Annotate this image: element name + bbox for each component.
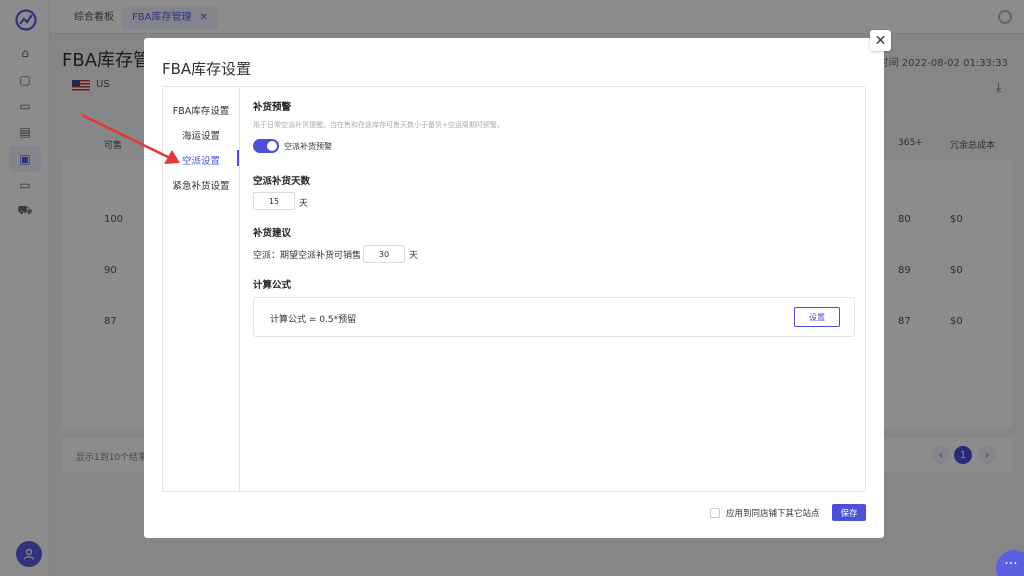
close-icon[interactable]: ✕ xyxy=(870,30,891,51)
restock-alert-toggle-label: 空派补货预警 xyxy=(284,142,332,151)
active-menu-indicator xyxy=(237,150,239,166)
menu-item-fba-inventory[interactable]: FBA库存设置 xyxy=(163,103,239,117)
section-title-restock-days: 空派补货天数 xyxy=(253,176,311,187)
restock-days-unit: 天 xyxy=(299,199,309,209)
save-button[interactable]: 保存 xyxy=(832,504,866,521)
restock-suggestion-unit: 天 xyxy=(409,251,419,261)
section-title-restock-suggestion: 补货建议 xyxy=(253,228,292,239)
fba-settings-dialog: FBA库存设置 FBA库存设置 海运设置 空派设置 紧急补货设置 补货预警 用于… xyxy=(144,38,884,538)
restock-alert-toggle[interactable] xyxy=(253,139,279,153)
apply-to-other-sites-label: 应用到同店铺下其它站点 xyxy=(726,509,820,519)
formula-box: 计算公式 = 0.5*预留 设置 xyxy=(253,297,855,337)
section-title-restock-alert: 补货预警 xyxy=(253,102,292,113)
restock-suggestion-input[interactable]: 30 xyxy=(363,245,405,263)
menu-item-sea-freight[interactable]: 海运设置 xyxy=(163,128,239,142)
formula-text: 计算公式 = 0.5*预留 xyxy=(270,315,357,325)
menu-item-urgent-restock[interactable]: 紧急补货设置 xyxy=(163,178,239,192)
menu-item-air-freight[interactable]: 空派设置 xyxy=(163,153,239,167)
formula-set-button[interactable]: 设置 xyxy=(794,307,840,327)
restock-days-input[interactable]: 15 xyxy=(253,192,295,210)
settings-menu: FBA库存设置 海运设置 空派设置 紧急补货设置 xyxy=(163,87,240,491)
restock-suggestion-label: 空派：期望空派补货可销售 xyxy=(253,251,362,261)
dialog-body: FBA库存设置 海运设置 空派设置 紧急补货设置 补货预警 用于日常空派补货提醒… xyxy=(162,86,866,492)
dialog-title: FBA库存设置 xyxy=(162,60,252,78)
section-title-formula: 计算公式 xyxy=(253,280,292,291)
air-freight-settings: 补货预警 用于日常空派补货提醒。当在售和在途库存可售天数小于备货+空运周期时预警… xyxy=(253,87,855,491)
apply-to-other-sites-checkbox[interactable] xyxy=(710,508,720,518)
restock-alert-hint: 用于日常空派补货提醒。当在售和在途库存可售天数小于备货+空运周期时预警。 xyxy=(253,121,504,129)
